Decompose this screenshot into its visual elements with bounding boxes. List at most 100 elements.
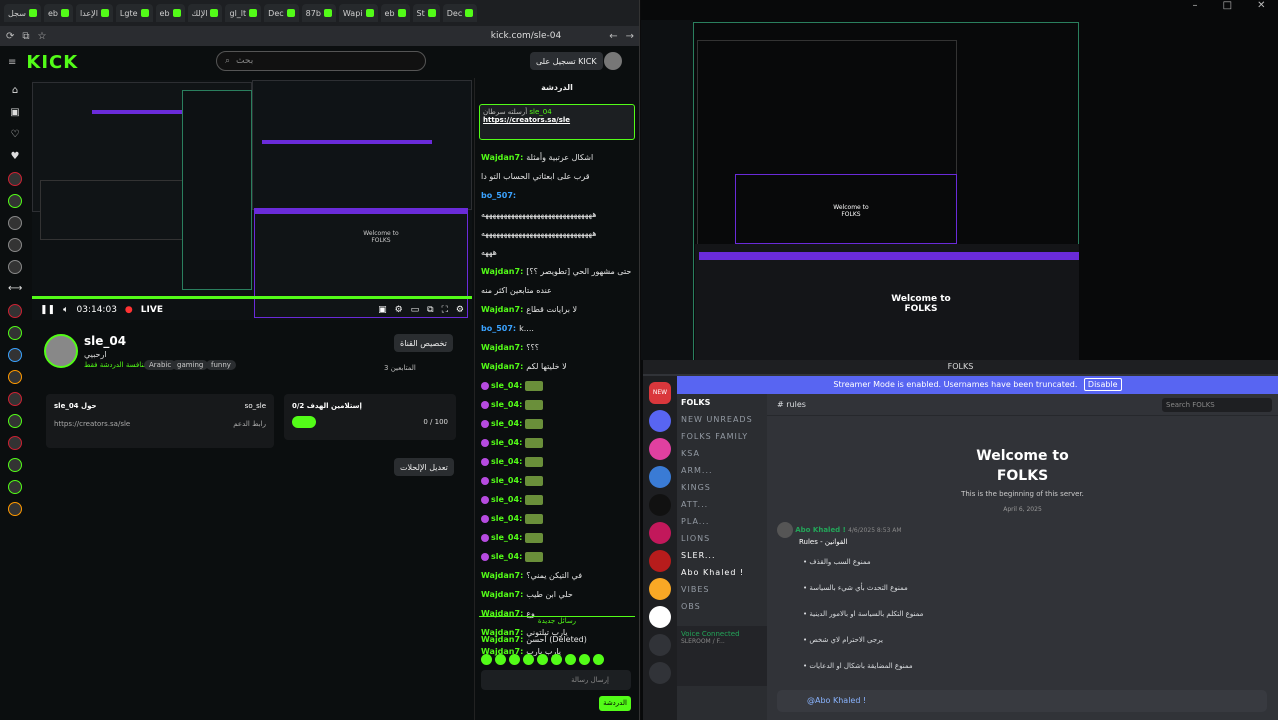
home-icon[interactable]: ⌂	[8, 84, 22, 98]
emote-icon[interactable]	[509, 654, 520, 665]
message-user[interactable]: sle_04:	[491, 400, 522, 409]
add-server-icon[interactable]	[649, 634, 671, 656]
browser-tab[interactable]: gl_lt	[225, 4, 262, 22]
message-user[interactable]: Wajdan7:	[481, 590, 523, 599]
browser-tab[interactable]: Dec	[264, 4, 299, 22]
chat-input[interactable]: إرسال رسالة	[481, 670, 631, 690]
kick-logo[interactable]: KICK	[26, 52, 78, 73]
maximize-icon[interactable]: □	[1223, 0, 1232, 14]
refresh-icon[interactable]: ⟳	[6, 31, 14, 42]
server-icon[interactable]: NEW	[649, 382, 671, 404]
pinned-link[interactable]: https://creators.sa/sle	[483, 116, 631, 124]
channel-item[interactable]: KINGS	[681, 479, 763, 496]
browser-tab[interactable]: eb	[380, 4, 410, 22]
message-user[interactable]: Wajdan7:	[481, 267, 523, 276]
channel-item[interactable]: VIBES	[681, 581, 763, 598]
avatar[interactable]	[604, 52, 622, 70]
emote-icon[interactable]	[523, 654, 534, 665]
channel-avatar[interactable]	[8, 436, 22, 450]
server-icon[interactable]	[649, 606, 671, 628]
disable-button[interactable]: Disable	[1083, 378, 1122, 391]
emote-icon[interactable]	[551, 654, 562, 665]
browser-address-bar[interactable]: ⟳ ⧉ ☆ kick.com/sle-04 ← →	[0, 26, 639, 46]
send-button[interactable]: الدردشة	[599, 696, 631, 711]
browser-tab[interactable]: الإلك	[187, 4, 223, 22]
customize-channel-button[interactable]: تخصيص القناة	[394, 334, 453, 352]
emote-icon[interactable]	[495, 654, 506, 665]
channel-avatar[interactable]	[8, 304, 22, 318]
browser-tab[interactable]: St	[412, 4, 440, 22]
message-user[interactable]: sle_04:	[491, 419, 522, 428]
browse-icon[interactable]: ▣	[8, 106, 22, 120]
server-icon[interactable]	[649, 578, 671, 600]
browser-tab[interactable]: Lgte	[115, 4, 153, 22]
channel-item[interactable]: NEW UNREADS	[681, 411, 763, 428]
server-icon[interactable]	[649, 522, 671, 544]
streamer-name[interactable]: sle_04	[84, 334, 126, 348]
gear-icon[interactable]: ⚙	[456, 305, 464, 315]
channel-item[interactable]: LIONS	[681, 530, 763, 547]
browser-tab[interactable]: eb	[155, 4, 185, 22]
emote-icon[interactable]	[481, 654, 492, 665]
minimize-icon[interactable]: –	[1193, 0, 1198, 14]
pip-icon[interactable]: ⧉	[427, 305, 433, 315]
channel-avatar[interactable]	[8, 326, 22, 340]
menu-icon[interactable]: ≡	[8, 57, 16, 68]
message-user[interactable]: sle_04:	[491, 514, 522, 523]
emote-icon[interactable]	[579, 654, 590, 665]
message-user[interactable]: sle_04:	[491, 476, 522, 485]
message-user[interactable]: bo_507:	[481, 191, 516, 200]
message-user[interactable]: Wajdan7:	[481, 635, 523, 644]
volume-icon[interactable]: 🔈︎	[63, 305, 68, 315]
channel-avatar[interactable]	[8, 370, 22, 384]
channel-avatar[interactable]	[8, 458, 22, 472]
back-icon[interactable]: ←	[609, 31, 617, 42]
channel-item[interactable]: SLER...	[681, 547, 763, 564]
channel-item[interactable]: OBS	[681, 598, 763, 615]
browser-tab[interactable]: سجل	[4, 4, 41, 22]
message-user[interactable]: sle_04:	[491, 533, 522, 542]
message-user[interactable]: sle_04:	[491, 381, 522, 390]
bookmark-star-icon[interactable]: ☆	[38, 31, 47, 42]
browser-tab[interactable]: الإعدا	[75, 4, 113, 22]
stream-category[interactable]: منافسة الدردشة فقط	[84, 361, 147, 369]
about-link[interactable]: https://creators.sa/sle	[54, 420, 130, 428]
voice-channel[interactable]: SLEROOM / F...	[677, 638, 767, 645]
heart-icon[interactable]: ♥	[8, 150, 22, 164]
post-author[interactable]: Abo Khaled !	[795, 526, 846, 534]
message-user[interactable]: Wajdan7:	[481, 571, 523, 580]
explore-icon[interactable]	[649, 662, 671, 684]
message-user[interactable]: Wajdan7:	[481, 343, 523, 352]
pinned-message[interactable]: أرسلته سرطان sle_04 https://creators.sa/…	[479, 104, 635, 140]
browser-tab[interactable]: eb	[43, 4, 73, 22]
tag-chip[interactable]: gaming	[172, 360, 209, 370]
channel-item[interactable]: KSA	[681, 445, 763, 462]
following-icon[interactable]: ♡	[8, 128, 22, 142]
pause-icon[interactable]: ❚❚	[40, 305, 55, 315]
channel-avatar[interactable]	[8, 238, 22, 252]
voice-user[interactable]: Abo Khaled !	[681, 564, 763, 581]
channel-avatar[interactable]	[8, 502, 22, 516]
message-user[interactable]: bo_507:	[481, 324, 516, 333]
close-icon[interactable]: ✕	[1257, 0, 1265, 14]
channel-avatar[interactable]	[8, 194, 22, 208]
extensions-icon[interactable]: ⧉	[22, 31, 29, 42]
channel-item[interactable]: ATT...	[681, 496, 763, 513]
channel-item[interactable]: ARM...	[681, 462, 763, 479]
emote-icon[interactable]	[565, 654, 576, 665]
streamer-avatar[interactable]	[44, 334, 78, 368]
channel-avatar[interactable]	[8, 480, 22, 494]
server-name[interactable]: FOLKS	[681, 398, 763, 407]
theater-icon[interactable]: ▭	[411, 305, 420, 315]
fullscreen-icon[interactable]: ⛶	[442, 305, 448, 315]
message-user[interactable]: sle_04:	[491, 495, 522, 504]
forward-icon[interactable]: →	[626, 31, 634, 42]
browser-tab[interactable]: 87b	[301, 4, 336, 22]
channel-avatar[interactable]	[8, 348, 22, 362]
emote-icon[interactable]	[537, 654, 548, 665]
edit-button[interactable]: تعديل الإلحلات	[394, 458, 454, 476]
search-input[interactable]: Search FOLKS	[1162, 398, 1272, 412]
channel-avatar[interactable]	[8, 260, 22, 274]
message-input[interactable]: @Abo Khaled !	[777, 690, 1267, 712]
url-field[interactable]: kick.com/sle-04	[55, 31, 602, 41]
